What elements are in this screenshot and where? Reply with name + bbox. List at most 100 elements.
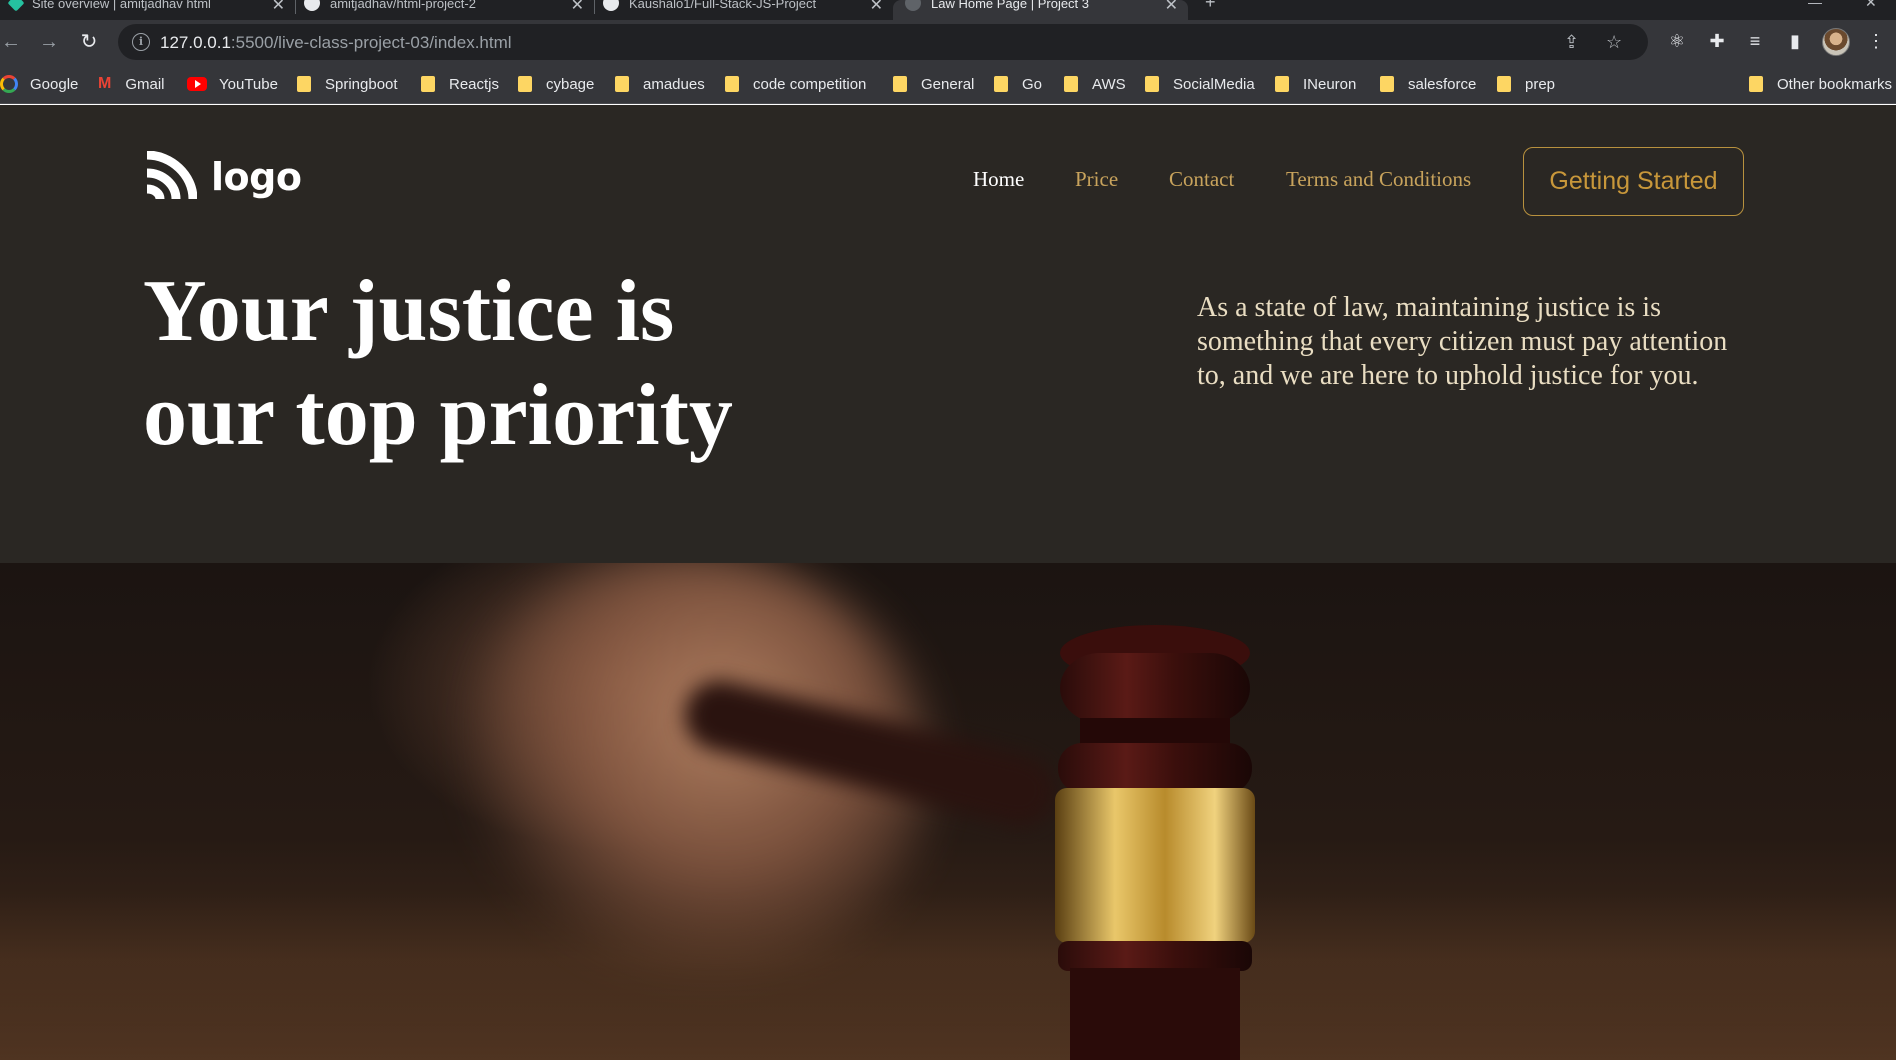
browser-tab[interactable]: Site overview | amitjadhav html ✕ bbox=[7, 0, 295, 20]
bookmark-label: INeuron bbox=[1303, 75, 1357, 93]
globe-icon bbox=[905, 0, 921, 11]
youtube-icon bbox=[187, 77, 207, 91]
folder-icon bbox=[297, 76, 311, 92]
share-icon[interactable]: ⇪ bbox=[1564, 32, 1579, 53]
folder-icon bbox=[615, 76, 629, 92]
logo-text: logo bbox=[211, 155, 302, 199]
browser-tab-title: amitjadhav/html-project-2 bbox=[330, 0, 476, 11]
bookmark-label: YouTube bbox=[219, 75, 278, 93]
github-icon bbox=[603, 0, 619, 11]
tab-divider bbox=[594, 0, 595, 14]
site-info-icon[interactable]: i bbox=[132, 33, 150, 51]
nav-link-contact[interactable]: Contact bbox=[1169, 167, 1234, 192]
bookmark-folder[interactable]: code competition bbox=[725, 64, 866, 104]
bookmark-folder[interactable]: prep bbox=[1497, 64, 1555, 104]
hero-heading-line: Your justice is bbox=[143, 263, 675, 360]
bookmark-google[interactable]: Google bbox=[0, 64, 78, 104]
menu-kebab-icon[interactable]: ⋮ bbox=[1864, 29, 1888, 53]
new-tab-icon[interactable]: + bbox=[1205, 0, 1216, 13]
folder-icon bbox=[1145, 76, 1159, 92]
bookmark-label: Reactjs bbox=[449, 75, 500, 93]
bookmark-label: prep bbox=[1525, 75, 1556, 93]
folder-icon bbox=[1749, 76, 1763, 92]
bookmark-label: Google bbox=[30, 75, 79, 93]
other-bookmarks[interactable]: Other bookmarks bbox=[1749, 64, 1892, 104]
address-bar[interactable]: i 127.0.0.1:5500/live-class-project-03/i… bbox=[118, 24, 1648, 60]
close-window-icon[interactable]: ✕ bbox=[1865, 0, 1877, 11]
bookmark-label: Gmail bbox=[125, 75, 165, 93]
bookmark-label: Springboot bbox=[325, 75, 398, 93]
bookmark-folder[interactable]: salesforce bbox=[1380, 64, 1476, 104]
bookmark-folder[interactable]: Go bbox=[994, 64, 1042, 104]
close-icon[interactable]: ✕ bbox=[571, 0, 584, 15]
hero-subtitle: As a state of law, maintaining justice i… bbox=[1197, 292, 1728, 391]
react-devtools-icon[interactable]: ⚛ bbox=[1665, 29, 1689, 53]
browser-tab-title: Site overview | amitjadhav html bbox=[32, 0, 211, 11]
browser-tab[interactable]: amitjadhav/html-project-2 ✕ bbox=[304, 0, 594, 20]
github-icon bbox=[304, 0, 320, 11]
bookmark-label: amadues bbox=[643, 75, 705, 93]
getting-started-button[interactable]: Getting Started bbox=[1523, 147, 1744, 216]
folder-icon bbox=[1497, 76, 1511, 92]
bookmark-folder[interactable]: SocialMedia bbox=[1145, 64, 1255, 104]
logo-mark-icon bbox=[146, 151, 197, 200]
bookmark-folder[interactable]: Springboot bbox=[297, 64, 398, 104]
folder-icon bbox=[518, 76, 532, 92]
close-icon[interactable]: ✕ bbox=[1165, 0, 1178, 15]
close-icon[interactable]: ✕ bbox=[870, 0, 883, 15]
hero-heading-line: our top priority bbox=[143, 367, 733, 464]
hero-heading: Your justice is our top priority bbox=[143, 260, 843, 468]
extensions-puzzle-icon[interactable]: ✚ bbox=[1705, 29, 1729, 53]
address-bar-url[interactable]: 127.0.0.1:5500/live-class-project-03/ind… bbox=[160, 33, 512, 53]
bookmark-label: Go bbox=[1022, 75, 1043, 93]
nav-link-price[interactable]: Price bbox=[1075, 167, 1118, 192]
bookmark-gmail[interactable]: M Gmail bbox=[98, 64, 165, 104]
bookmark-label: AWS bbox=[1092, 75, 1126, 93]
gavel-hero-image bbox=[0, 563, 1896, 1060]
reload-icon[interactable]: ↻ bbox=[76, 29, 102, 55]
folder-icon bbox=[994, 76, 1008, 92]
bookmark-folder[interactable]: INeuron bbox=[1275, 64, 1356, 104]
bookmark-label: General bbox=[921, 75, 975, 93]
wooden-table-shape bbox=[0, 893, 1896, 1060]
browser-tab[interactable]: Kaushalo1/Full-Stack-JS-Project ✕ bbox=[603, 0, 893, 20]
bookmark-folder[interactable]: AWS bbox=[1064, 64, 1126, 104]
folder-icon bbox=[1380, 76, 1394, 92]
back-arrow-icon[interactable]: ← bbox=[0, 29, 24, 55]
folder-icon bbox=[421, 76, 435, 92]
profile-avatar[interactable] bbox=[1822, 28, 1850, 56]
minimize-icon[interactable]: — bbox=[1808, 0, 1822, 10]
bookmark-folder[interactable]: General bbox=[893, 64, 974, 104]
nav-link-terms[interactable]: Terms and Conditions bbox=[1286, 167, 1471, 192]
site-logo[interactable]: logo bbox=[143, 151, 302, 203]
close-icon[interactable]: ✕ bbox=[272, 0, 285, 15]
reading-list-icon[interactable]: ≡ bbox=[1743, 29, 1767, 53]
google-icon bbox=[0, 75, 18, 93]
bookmark-star-icon[interactable]: ☆ bbox=[1606, 32, 1622, 53]
browser-tab-title: Law Home Page | Project 3 bbox=[931, 0, 1090, 11]
bookmark-folder[interactable]: amadues bbox=[615, 64, 705, 104]
netlify-icon bbox=[7, 0, 25, 12]
law-home-page: logo Home Price Contact Terms and Condit… bbox=[0, 105, 1896, 1060]
bookmark-folder[interactable]: Reactjs bbox=[421, 64, 499, 104]
nav-link-home[interactable]: Home bbox=[973, 167, 1024, 192]
browser-tab-strip: Site overview | amitjadhav html ✕ amitja… bbox=[0, 0, 1896, 20]
bookmarks-bar: Google M Gmail YouTube Springboot Reactj… bbox=[0, 64, 1896, 104]
gavel-head-illustration bbox=[1055, 625, 1255, 1060]
bookmark-label: code competition bbox=[753, 75, 867, 93]
browser-tab-title: Kaushalo1/Full-Stack-JS-Project bbox=[629, 0, 817, 11]
folder-icon bbox=[725, 76, 739, 92]
forward-arrow-icon[interactable]: → bbox=[36, 29, 62, 55]
side-panel-icon[interactable]: ▮ bbox=[1783, 29, 1807, 53]
other-bookmarks-label: Other bookmarks bbox=[1777, 75, 1893, 93]
folder-icon bbox=[1064, 76, 1078, 92]
bookmark-folder[interactable]: cybage bbox=[518, 64, 594, 104]
folder-icon bbox=[893, 76, 907, 92]
bookmark-label: salesforce bbox=[1408, 75, 1477, 93]
folder-icon bbox=[1275, 76, 1289, 92]
bookmark-youtube[interactable]: YouTube bbox=[187, 64, 278, 104]
browser-tab-active[interactable]: Law Home Page | Project 3 ✕ bbox=[893, 0, 1188, 20]
browser-toolbar: ← → ↻ i 127.0.0.1:5500/live-class-projec… bbox=[0, 20, 1896, 64]
tab-divider bbox=[295, 0, 296, 14]
gmail-icon: M bbox=[98, 75, 112, 92]
